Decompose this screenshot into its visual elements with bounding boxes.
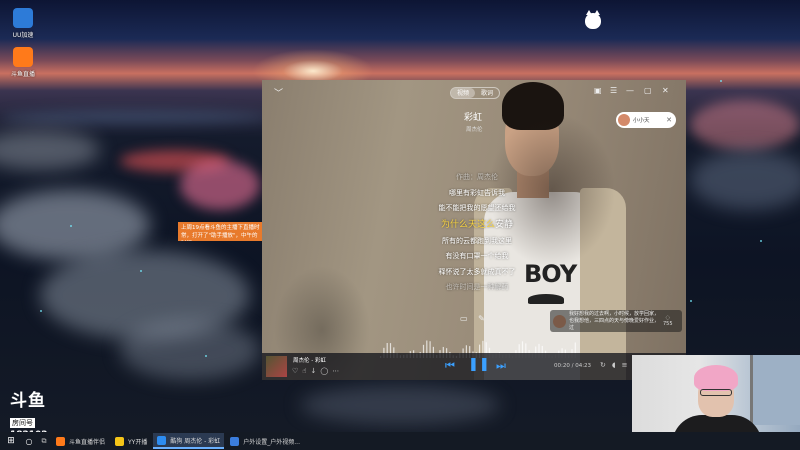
wallpaper-cloud	[0, 130, 100, 170]
lyrics-panel: 作曲：周杰伦 哪里有彩虹告诉我 能不能把我的愿望还给我 为什么天这么安静 所有的…	[422, 170, 532, 296]
taskbar: ⊞ ○ ⧉ 斗鱼直播伴侣 YY开播 酷狗 周杰伦 - 彩虹 户外设置_户外视频.…	[0, 432, 800, 450]
comment-text: 我好想我的过去啊，小时候，放学回家，也我想他，三四点的天与傍晚爱好作业，过	[569, 310, 660, 331]
webcam-background-window	[750, 355, 800, 425]
cortana-icon[interactable]: ○	[22, 437, 36, 446]
lyric-line: 作曲：周杰伦	[456, 173, 498, 181]
next-track-icon[interactable]: ⏭	[496, 359, 506, 373]
song-actions: ♡☝↓◯⋯	[292, 367, 343, 375]
wallpaper-glow	[180, 160, 260, 210]
loop-icon[interactable]: ↻	[600, 361, 612, 369]
player-options: ↻◖≡	[600, 361, 633, 369]
wallpaper-cloud	[300, 385, 500, 425]
uu-accelerator-icon	[13, 8, 33, 28]
cat-icon[interactable]	[585, 10, 601, 29]
wallpaper-cloud	[690, 150, 800, 210]
taskbar-app-label: 酷狗 周杰伦 - 彩虹	[170, 437, 221, 445]
task-view-icon[interactable]: ⧉	[36, 437, 52, 446]
album-cover[interactable]	[266, 356, 287, 377]
heart-icon[interactable]: ♡	[292, 367, 302, 375]
commenter-avatar	[553, 314, 566, 328]
windows-start-icon[interactable]: ⊞	[0, 436, 22, 446]
taskbar-app-label: YY开播	[128, 438, 148, 446]
user-badge[interactable]: 小小天 ✕	[616, 112, 676, 128]
lyric-line: 也许时间是一种解药	[445, 283, 509, 291]
wallpaper-glow	[690, 100, 800, 150]
lyric-tools: ▭ ✎	[460, 314, 493, 323]
now-playing-title[interactable]: 周杰伦 - 彩虹	[293, 356, 326, 364]
desktop-icon-douyu[interactable]: 斗鱼直播	[3, 47, 43, 78]
taskbar-app-label: 斗鱼直播伴侣	[69, 438, 106, 446]
kugou-app-icon	[157, 435, 167, 445]
lyric-line: 哪里有彩虹告诉我	[449, 188, 505, 197]
taskbar-app-obs[interactable]: 户外设置_户外视频...	[226, 433, 304, 449]
lyric-line: 释怀说了太多就成真不了	[438, 267, 516, 276]
comment-count[interactable]: ◌ 755	[663, 315, 673, 327]
playback-control-bar: 周杰伦 - 彩虹 ♡☝↓◯⋯ ⏮ ❚❚ ⏭ 00:20 / 04:23 ↻◖≡	[262, 353, 686, 380]
minimize-icon[interactable]: —	[626, 86, 634, 95]
skin-icon[interactable]: ▣	[594, 86, 602, 95]
menu-icon[interactable]: ☰	[610, 86, 617, 95]
lyric-line: 有没有口罩一个给我	[445, 252, 509, 260]
streamer-glasses	[700, 389, 732, 396]
music-player-window: BOY ﹀ 视频 歌词 ▣ ☰ — ▢ ✕ 彩虹 周杰伦 小小天 ✕ 作曲：周杰…	[262, 80, 686, 380]
song-artist[interactable]: 周杰伦	[466, 125, 483, 133]
lyric-rest: 安静	[495, 219, 514, 230]
notification-banner[interactable]: 上周19点看斗鱼的主播下直播时常，打开了"助手播放"，中午的时间	[178, 222, 264, 241]
pause-icon[interactable]: ❚❚	[468, 357, 490, 372]
tab-video[interactable]: 视频	[451, 88, 476, 98]
lyric-highlight: 为什么天这么	[440, 219, 495, 230]
wallpaper-cloud	[120, 320, 260, 380]
playback-time: 00:20 / 04:23	[554, 363, 592, 369]
wallpaper-glow	[0, 110, 270, 124]
wallpaper-cloud	[0, 190, 150, 260]
lyric-line: 所有的云都跑到我这里	[442, 236, 512, 245]
close-icon[interactable]: ✕	[662, 86, 669, 95]
download-icon[interactable]: ↓	[311, 367, 321, 375]
volume-icon[interactable]: ◖	[612, 361, 622, 369]
comment-bubble-icon[interactable]: ◯	[320, 367, 332, 375]
mini-mode-icon[interactable]: ▢	[644, 86, 652, 95]
taskbar-app-kugou[interactable]: 酷狗 周杰伦 - 彩虹	[153, 433, 225, 449]
taskbar-app-label: 户外设置_户外视频...	[243, 438, 300, 446]
comment-ticker[interactable]: 我好想我的过去啊，小时候，放学回家，也我想他，三四点的天与傍晚爱好作业，过 ◌ 7…	[550, 310, 682, 332]
desktop-icon-label: UU加速	[12, 32, 34, 39]
lyric-poster-icon[interactable]: ▭	[460, 314, 468, 323]
current-lyric-line: 为什么天这么安静	[422, 217, 532, 234]
desktop-icon-uu[interactable]: UU加速	[3, 8, 43, 39]
streamer-hair	[694, 365, 738, 391]
more-icon[interactable]: ⋯	[332, 367, 343, 375]
lyric-line: 能不能把我的愿望还给我	[438, 204, 516, 212]
user-avatar	[618, 114, 630, 126]
comment-count-value: 755	[663, 321, 673, 327]
like-icon[interactable]: ☝	[302, 367, 310, 375]
song-title: 彩虹	[464, 113, 483, 123]
taskbar-app-douyu[interactable]: 斗鱼直播伴侣	[52, 433, 109, 449]
desktop-icon-label: 斗鱼直播	[10, 71, 35, 78]
douyu-app-icon	[56, 436, 65, 446]
lyric-edit-icon[interactable]: ✎	[478, 314, 485, 323]
douyu-logo: 斗鱼	[10, 391, 46, 411]
view-toggle: 视频 歌词	[450, 87, 501, 99]
tab-lyrics[interactable]: 歌词	[475, 88, 499, 98]
douyu-app-icon	[13, 47, 33, 67]
obs-app-icon	[230, 436, 240, 446]
taskbar-app-yy[interactable]: YY开播	[111, 433, 151, 449]
previous-track-icon[interactable]: ⏮	[445, 359, 455, 373]
user-name: 小小天	[633, 118, 650, 124]
room-label: 房间号	[10, 418, 35, 428]
collapse-chevron-icon[interactable]: ﹀	[274, 86, 283, 99]
close-badge-icon[interactable]: ✕	[666, 116, 672, 124]
yy-app-icon	[115, 436, 125, 446]
